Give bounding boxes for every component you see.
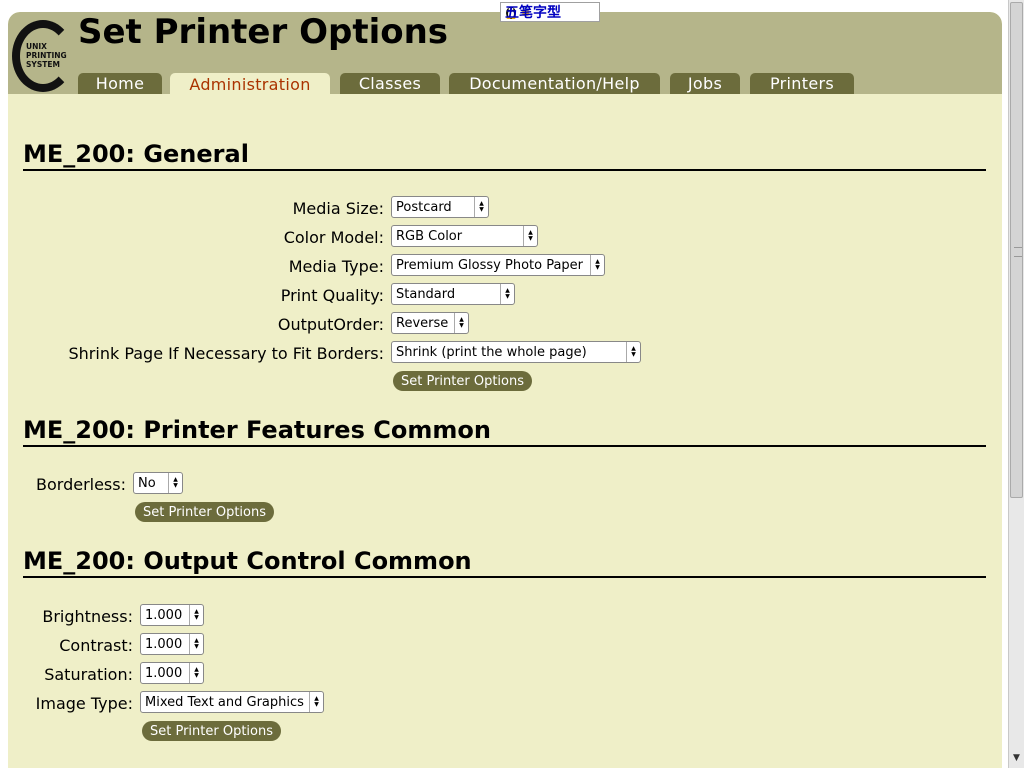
section-heading-general: ME_200: General — [23, 140, 249, 168]
select-arrows-icon: ▲ ▼ — [626, 342, 640, 362]
page-frame: UNIX PRINTING SYSTEM Set Printer Options… — [8, 12, 1002, 768]
select-arrows-icon: ▲ ▼ — [474, 197, 488, 217]
borderless-value: No — [138, 475, 156, 491]
field-label-color-model: Color Model: — [283, 228, 384, 247]
logo-line-1: UNIX — [26, 42, 47, 51]
media-size-select[interactable]: Postcard ▲ ▼ — [391, 196, 489, 218]
logo-line-2: PRINTING — [26, 51, 67, 60]
section-heading-output: ME_200: Output Control Common — [23, 547, 472, 575]
select-arrows-icon: ▲ ▼ — [189, 634, 203, 654]
select-arrows-icon: ▲ ▼ — [189, 605, 203, 625]
saturation-select[interactable]: 1.000 ▲ ▼ — [140, 662, 204, 684]
field-label-media-type: Media Type: — [288, 257, 384, 276]
scrollbar-thumb[interactable] — [1010, 2, 1023, 498]
field-label-media-size: Media Size: — [292, 199, 384, 218]
select-arrows-icon: ▲ ▼ — [309, 692, 323, 712]
scroll-down-arrow-icon[interactable]: ▼ — [1010, 750, 1023, 766]
cups-logo[interactable]: UNIX PRINTING SYSTEM — [12, 20, 74, 92]
header: UNIX PRINTING SYSTEM Set Printer Options… — [8, 12, 1002, 95]
section-divider — [23, 445, 986, 447]
select-arrows-icon: ▲ ▼ — [454, 313, 468, 333]
section-heading-features: ME_200: Printer Features Common — [23, 416, 491, 444]
output-order-select[interactable]: Reverse ▲ ▼ — [391, 312, 469, 334]
tab-printers[interactable]: Printers — [750, 73, 854, 94]
field-label-brightness: Brightness: — [42, 607, 133, 626]
print-quality-select[interactable]: Standard ▲ ▼ — [391, 283, 515, 305]
set-printer-options-button-output[interactable]: Set Printer Options — [142, 721, 281, 741]
contrast-select[interactable]: 1.000 ▲ ▼ — [140, 633, 204, 655]
field-label-saturation: Saturation: — [44, 665, 133, 684]
field-label-output-order: OutputOrder: — [277, 315, 384, 334]
logo-line-3: SYSTEM — [26, 60, 60, 69]
page-title: Set Printer Options — [78, 12, 449, 52]
color-model-value: RGB Color — [396, 228, 463, 244]
set-printer-options-button-general[interactable]: Set Printer Options — [393, 371, 532, 391]
field-label-print-quality: Print Quality: — [280, 286, 384, 305]
select-arrows-icon: ▲ ▼ — [590, 255, 604, 275]
field-label-shrink-page: Shrink Page If Necessary to Fit Borders: — [68, 344, 385, 363]
field-label-contrast: Contrast: — [59, 636, 133, 655]
tab-documentation-help[interactable]: Documentation/Help — [449, 73, 660, 94]
ime-label: 五笔字型 — [505, 5, 561, 21]
scrollbar-grip-icon — [1014, 247, 1022, 257]
section-divider — [23, 576, 986, 578]
logo-text: UNIX PRINTING SYSTEM — [26, 42, 67, 69]
media-size-value: Postcard — [396, 199, 452, 215]
media-type-select[interactable]: Premium Glossy Photo Paper ▲ ▼ — [391, 254, 605, 276]
brightness-select[interactable]: 1.000 ▲ ▼ — [140, 604, 204, 626]
field-label-image-type: Image Type: — [35, 694, 133, 713]
shrink-page-value: Shrink (print the whole page) — [396, 344, 587, 360]
select-arrows-icon: ▲ ▼ — [189, 663, 203, 683]
ime-indicator[interactable]: 🔒 五笔字型 — [500, 2, 600, 22]
field-label-borderless: Borderless: — [36, 475, 126, 494]
select-arrows-icon: ▲ ▼ — [168, 473, 182, 493]
image-type-value: Mixed Text and Graphics — [145, 694, 304, 710]
select-arrows-icon: ▲ ▼ — [523, 226, 537, 246]
output-order-value: Reverse — [396, 315, 449, 331]
contrast-value: 1.000 — [145, 636, 183, 652]
tab-classes[interactable]: Classes — [340, 73, 440, 94]
set-printer-options-button-features[interactable]: Set Printer Options — [135, 502, 274, 522]
borderless-select[interactable]: No ▲ ▼ — [133, 472, 183, 494]
section-divider — [23, 169, 986, 171]
tab-home[interactable]: Home — [78, 73, 162, 94]
media-type-value: Premium Glossy Photo Paper — [396, 257, 584, 273]
saturation-value: 1.000 — [145, 665, 183, 681]
print-quality-value: Standard — [396, 286, 456, 302]
brightness-value: 1.000 — [145, 607, 183, 623]
tab-jobs[interactable]: Jobs — [670, 73, 740, 94]
vertical-scrollbar[interactable]: ▼ — [1008, 0, 1024, 768]
color-model-select[interactable]: RGB Color ▲ ▼ — [391, 225, 538, 247]
select-arrows-icon: ▲ ▼ — [500, 284, 514, 304]
tab-administration[interactable]: Administration — [170, 73, 330, 95]
image-type-select[interactable]: Mixed Text and Graphics ▲ ▼ — [140, 691, 324, 713]
shrink-page-select[interactable]: Shrink (print the whole page) ▲ ▼ — [391, 341, 641, 363]
